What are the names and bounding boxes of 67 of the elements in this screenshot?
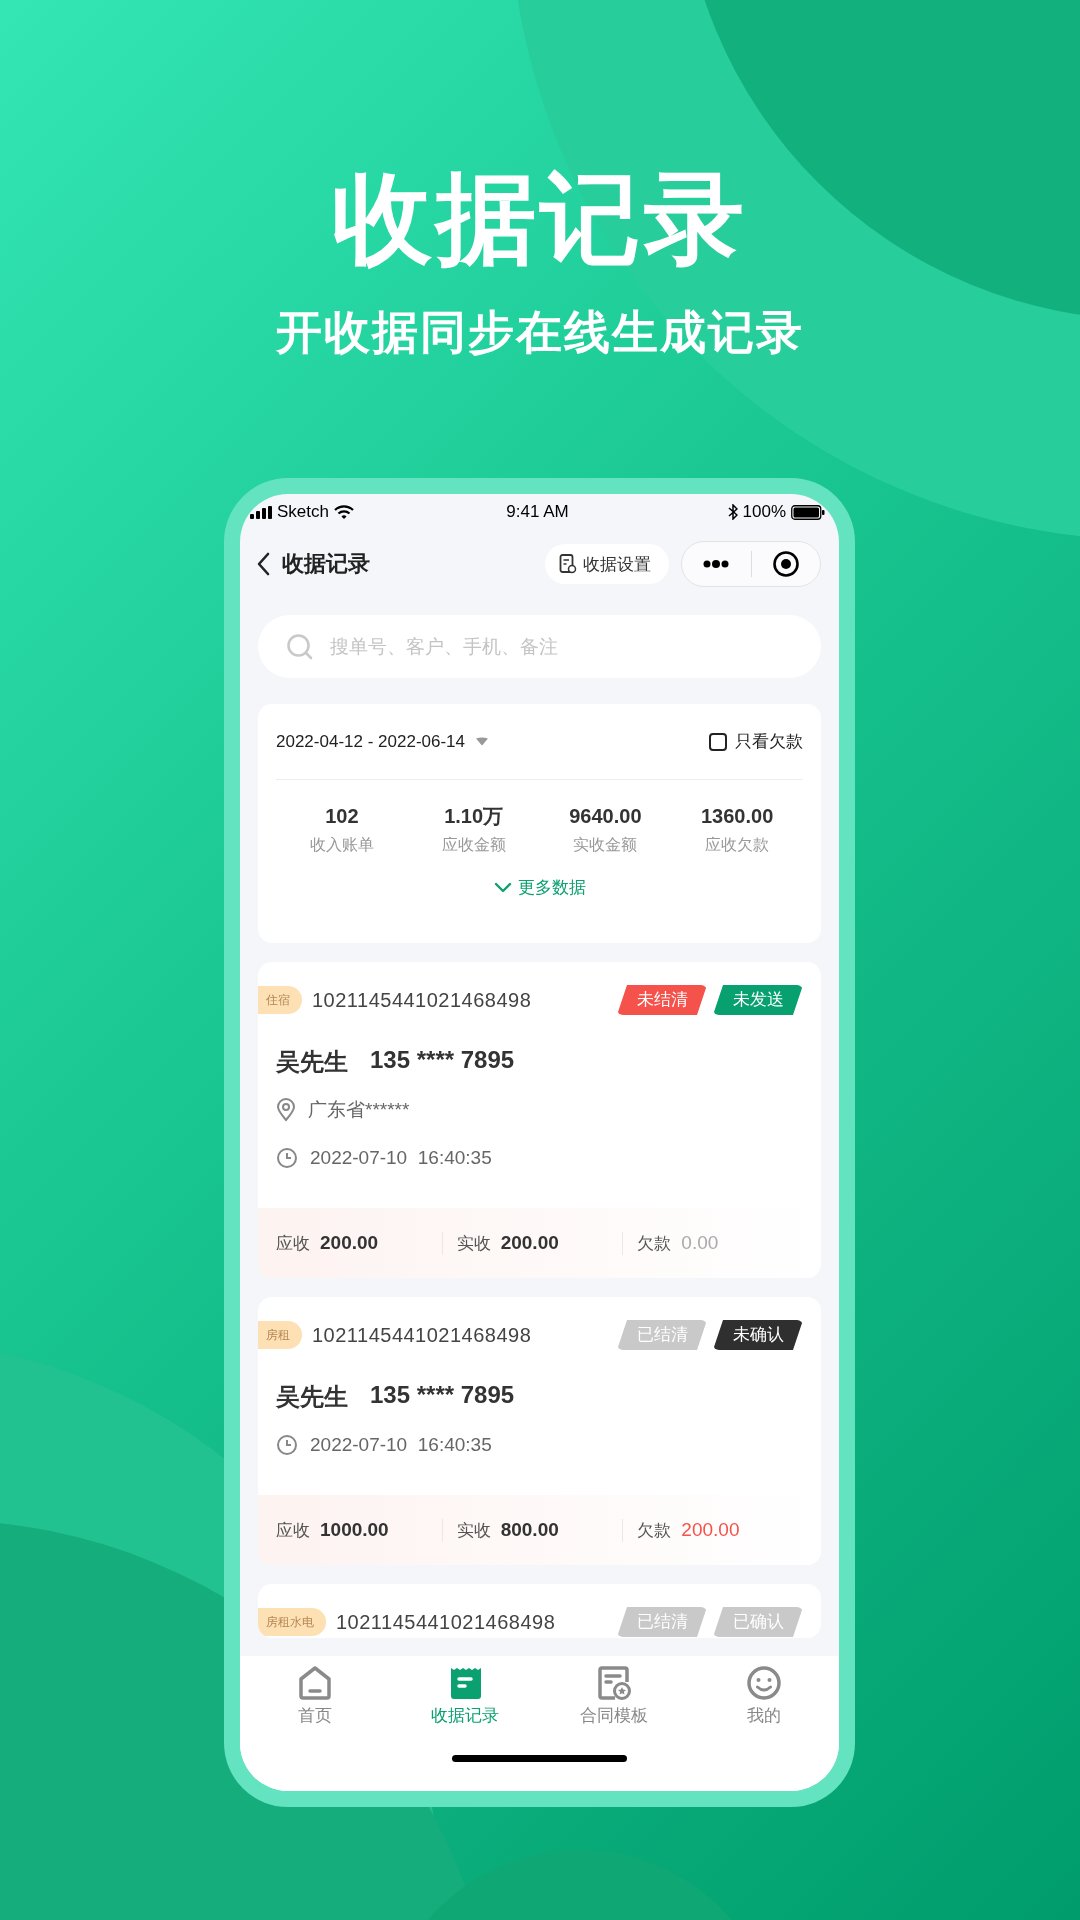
document-icon	[559, 554, 577, 574]
stat-label: 应收金额	[441, 836, 506, 853]
amount-label: 应收	[276, 1232, 310, 1255]
carrier-text: Sketch	[277, 502, 329, 522]
receipt-number: 1021145441021468498	[312, 988, 533, 1012]
search-field[interactable]: 搜单号、客户、手机、备注	[328, 634, 793, 659]
address-text: 广东省******	[308, 1098, 410, 1122]
amount-label: 欠款	[637, 1232, 672, 1255]
receipt-time: 2022-07-10 16:40:35	[310, 1434, 492, 1456]
amount-value: 200.00	[681, 1519, 740, 1541]
receipt-number: 1021145441021468498	[312, 1323, 533, 1347]
stat-label: 实收金额	[573, 836, 638, 853]
customer-phone: 135 **** 7895	[370, 1046, 515, 1075]
tab-item[interactable]: 首页	[240, 1664, 390, 1727]
page-title: 收据记录	[282, 550, 371, 578]
wifi-icon	[334, 505, 354, 519]
status-tag: 未确认	[713, 1320, 803, 1350]
smiley-icon	[745, 1664, 784, 1702]
category-tag: 房租水电	[258, 1608, 326, 1636]
category-tag: 住宿	[258, 986, 302, 1014]
amount-label: 实收	[456, 1519, 491, 1542]
amount-value: 200.00	[320, 1232, 379, 1254]
stat-value: 1.10万	[444, 805, 504, 827]
stat-label: 应收欠款	[705, 836, 770, 853]
receipt-time: 2022-07-10 16:40:35	[310, 1147, 492, 1169]
signal-icon	[250, 505, 272, 519]
stat-value: 9640.00	[569, 805, 642, 827]
headline-subtitle: 开收据同步在线生成记录	[276, 305, 804, 360]
amount-label: 应收	[276, 1519, 310, 1542]
receipt-number: 1021145441021468498	[336, 1610, 557, 1634]
more-icon[interactable]	[703, 560, 730, 568]
dropdown-icon[interactable]	[475, 737, 490, 746]
receipt-card[interactable]: 住宿 1021145441021468498 未结清 未发送 吴先生 135 **** 7895 广东省****** 2022-07-10 16:40:35 应收 200.00 实收 200.00 欠款 0.00	[258, 962, 821, 1278]
amount-label: 实收	[456, 1232, 491, 1255]
back-icon[interactable]	[256, 552, 270, 576]
checkbox-label[interactable]: 只看欠款	[735, 730, 803, 753]
tab-item[interactable]: 我的	[689, 1664, 839, 1727]
checkbox[interactable]	[709, 732, 727, 751]
tab-item[interactable]: 合同模板	[539, 1664, 690, 1727]
receipt-settings-button[interactable]: 收据设置	[545, 544, 669, 584]
customer-phone: 135 **** 7895	[370, 1381, 515, 1410]
date-range[interactable]: 2022-04-12 - 2022-06-14	[276, 731, 466, 752]
customer-name: 吴先生	[276, 1382, 348, 1412]
amount-value: 1000.00	[320, 1519, 389, 1541]
category-tag: 房租	[258, 1321, 302, 1349]
clock-icon	[276, 1147, 298, 1169]
amount-value: 0.00	[681, 1232, 719, 1254]
search-field[interactable]: 搜单号、客户、手机、备注	[258, 615, 821, 678]
status-time: 9:41 AM	[506, 502, 569, 522]
customer-name: 吴先生	[276, 1047, 348, 1077]
stat-label: 收入账单	[309, 836, 374, 853]
amount-value: 800.00	[500, 1519, 559, 1541]
status-tag: 未发送	[713, 985, 803, 1015]
amount-label: 欠款	[637, 1519, 672, 1542]
location-pin-icon	[276, 1098, 296, 1122]
stat-value: 102	[325, 805, 359, 827]
amount-value: 200.00	[500, 1232, 559, 1254]
clock-icon	[276, 1434, 298, 1456]
document-star-icon	[595, 1664, 634, 1702]
stat-value: 1360.00	[700, 805, 774, 827]
search-icon	[286, 632, 314, 661]
chevron-down-icon	[493, 882, 512, 893]
bluetooth-icon	[727, 504, 738, 520]
status-tag: 未结清	[617, 985, 707, 1015]
battery-percent: 100%	[742, 502, 786, 522]
headline-title: 收据记录	[332, 161, 748, 276]
battery-icon	[791, 504, 825, 520]
